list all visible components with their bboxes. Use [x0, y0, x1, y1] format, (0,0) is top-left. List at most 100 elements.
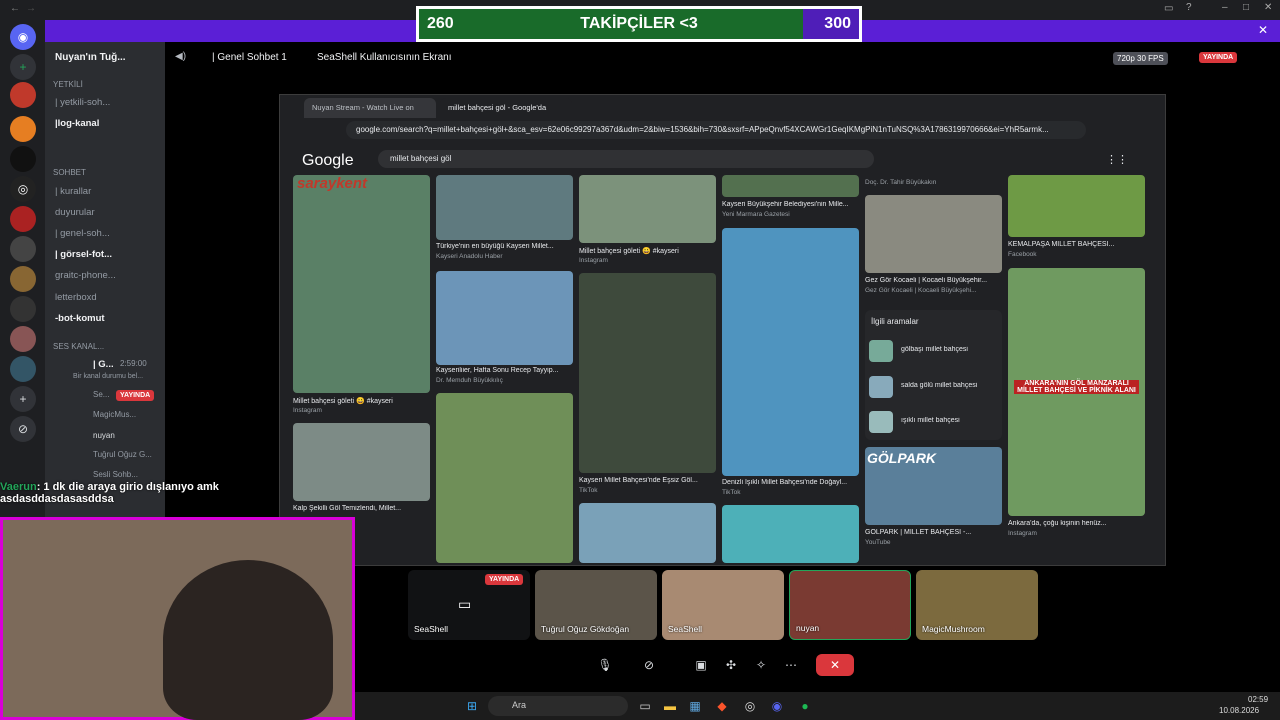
result-caption[interactable]: Ankara'da, çoğu kişinin henüz... — [1008, 520, 1145, 527]
explore-icon[interactable]: ⊘ — [10, 416, 36, 442]
voice-channel-title[interactable]: | Genel Sohbet 1 — [212, 52, 287, 63]
server-icon[interactable] — [10, 266, 36, 292]
server-icon[interactable] — [10, 206, 36, 232]
participant-tile[interactable]: SeaShell — [662, 570, 784, 640]
result-caption[interactable]: GÖLPARK | MİLLET BAHÇESİ -... — [865, 529, 1002, 536]
google-logo[interactable]: Google — [302, 152, 354, 170]
result-image[interactable]: GÖLPARK — [865, 447, 1002, 525]
participant-tile[interactable]: ▭ YAYINDA SeaShell — [408, 570, 530, 640]
address-bar[interactable]: google.com/search?q=millet+bahçesi+göl+&… — [346, 121, 1086, 139]
result-image[interactable] — [722, 228, 859, 476]
result-image[interactable] — [293, 423, 430, 501]
server-icon[interactable] — [10, 356, 36, 382]
result-image[interactable] — [722, 175, 859, 197]
result-image[interactable] — [436, 393, 573, 563]
task-view-icon[interactable]: ▭ — [635, 696, 655, 716]
apps-icon[interactable]: ⋮⋮ — [1106, 153, 1128, 166]
add-icon[interactable]: + — [10, 386, 36, 412]
channel-letterboxd[interactable]: letterboxd — [55, 292, 97, 303]
server-icon[interactable] — [10, 326, 36, 352]
result-image[interactable] — [579, 175, 716, 243]
result-image[interactable] — [865, 195, 1002, 273]
participant-tile[interactable]: MagicMushroom — [916, 570, 1038, 640]
discord-icon[interactable]: ◉ — [767, 696, 787, 716]
result-caption[interactable]: Gez Gör Kocaeli | Kocaeli Büyükşehir... — [865, 277, 1002, 284]
server-icon[interactable] — [10, 82, 36, 108]
channel-yetkili-soh[interactable]: | yetkili-soh... — [55, 97, 110, 108]
voice-channel-name[interactable]: | G... — [93, 359, 114, 370]
search-input[interactable]: millet bahçesi göl — [378, 150, 874, 168]
category-sohbet[interactable]: SOHBET — [53, 168, 86, 177]
voice-user[interactable]: Tuğrul Oğuz G... — [93, 450, 152, 459]
explorer-icon[interactable]: ▬ — [660, 696, 680, 716]
result-caption[interactable]: Kayseriliier, Hafta Sonu Recep Tayyip... — [436, 367, 573, 374]
channel-duyurular[interactable]: duyurular — [55, 207, 95, 218]
result-caption[interactable]: Türkiye'nin en büyüğü Kayseri Millet... — [436, 243, 573, 250]
screen-share-icon[interactable]: ▣ — [690, 654, 712, 676]
tab-twitch[interactable]: Nuyan Stream - Watch Live on — [304, 98, 436, 118]
clock-date[interactable]: 10.08.2026 — [1219, 706, 1259, 715]
help-icon[interactable]: ? — [1186, 2, 1192, 13]
category-yetkili[interactable]: YETKİLİ — [53, 80, 83, 89]
server-icon[interactable] — [10, 116, 36, 142]
soundboard-icon[interactable]: ✧ — [750, 654, 772, 676]
result-image[interactable] — [1008, 175, 1145, 237]
server-name[interactable]: Nuyan'ın Tuğ... — [55, 52, 126, 63]
result-image[interactable] — [579, 503, 716, 563]
back-arrow-icon[interactable]: ← — [10, 3, 20, 14]
result-image[interactable] — [722, 505, 859, 563]
add-server-icon[interactable]: + — [10, 54, 36, 80]
result-caption[interactable]: Millet bahçesi göleti 😀 #kayseri — [579, 247, 716, 255]
channel-bot-komut[interactable]: -bot-komut — [55, 313, 105, 324]
related-item[interactable]: gölbaşı millet bahçesi — [901, 346, 968, 353]
server-icon[interactable] — [10, 236, 36, 262]
close-notice-icon[interactable]: ✕ — [1258, 23, 1268, 37]
more-options-icon[interactable]: ⋯ — [780, 654, 802, 676]
result-image[interactable] — [579, 273, 716, 473]
participant-tile[interactable]: Tuğrul Oğuz Gökdoğan — [535, 570, 657, 640]
result-image[interactable] — [436, 271, 573, 365]
forward-arrow-icon[interactable]: → — [26, 3, 36, 14]
result-caption[interactable]: Kayseri Büyükşehir Belediyesi'nin Mille.… — [722, 201, 859, 208]
taskbar-search[interactable]: Ara — [488, 696, 628, 716]
voice-user[interactable]: MagicMus... — [93, 410, 136, 419]
discord-home-icon[interactable]: ◉ — [10, 24, 36, 50]
result-caption[interactable]: KEMALPAŞA MİLLET BAHÇESİ... — [1008, 241, 1145, 248]
result-image[interactable]: ANKARA'NIN GÖL MANZARALI MİLLET BAHÇESİ … — [1008, 268, 1145, 516]
channel-log-kanal[interactable]: |log-kanal — [55, 118, 99, 129]
channel-graitc[interactable]: graitc-phone... — [55, 270, 116, 281]
tab-google[interactable]: millet bahçesi göl - Google'da — [440, 98, 572, 118]
brave-icon[interactable]: ◆ — [712, 696, 732, 716]
camera-off-icon[interactable]: ⊘ — [638, 654, 660, 676]
server-icon[interactable] — [10, 146, 36, 172]
microphone-icon[interactable]: 🎙 — [594, 654, 616, 676]
related-item[interactable]: ışıklı millet bahçesi — [901, 417, 960, 424]
server-icon[interactable] — [10, 296, 36, 322]
result-caption[interactable]: Millet bahçesi göleti 😀 #kayseri — [293, 397, 430, 405]
activities-icon[interactable]: ✣ — [720, 654, 742, 676]
spotify-icon[interactable]: ● — [795, 696, 815, 716]
result-caption[interactable]: Denizli Işıklı Millet Bahçesi'nde Doğayl… — [722, 479, 859, 486]
channel-genel-soh[interactable]: | genel-soh... — [55, 228, 110, 239]
related-item[interactable]: salda gölü millet bahçesi — [901, 382, 977, 389]
result-caption[interactable]: Kayseri Millet Bahçesi'nde Eşsiz Göl... — [579, 477, 716, 484]
channel-sesli-sohb[interactable]: Sesli Sohb... — [93, 470, 138, 479]
clock-time[interactable]: 02:59 — [1248, 695, 1268, 704]
voice-user[interactable]: Se... — [93, 390, 109, 399]
inbox-icon[interactable]: ▭ — [1164, 3, 1173, 14]
maximize-icon[interactable]: □ — [1243, 2, 1249, 13]
result-image[interactable]: saraykent — [293, 175, 430, 393]
channel-kurallar[interactable]: | kurallar — [55, 186, 91, 197]
result-caption[interactable]: Kalp Şekilli Göl Temizlendi, Millet... — [293, 505, 430, 512]
obs-icon[interactable]: ◎ — [740, 696, 760, 716]
channel-gorsel-fot[interactable]: | görsel-fot... — [55, 249, 112, 260]
disconnect-icon[interactable]: ✕ — [816, 654, 854, 676]
participant-tile[interactable]: nuyan — [789, 570, 911, 640]
voice-user[interactable]: nuyan — [93, 431, 115, 440]
category-ses[interactable]: SES KANAL... — [53, 342, 104, 351]
store-icon[interactable]: ▦ — [685, 696, 705, 716]
server-icon[interactable]: ◎ — [10, 176, 36, 202]
result-image[interactable] — [436, 175, 573, 240]
window-close-icon[interactable]: ✕ — [1264, 2, 1272, 13]
minimize-icon[interactable]: – — [1222, 2, 1228, 13]
